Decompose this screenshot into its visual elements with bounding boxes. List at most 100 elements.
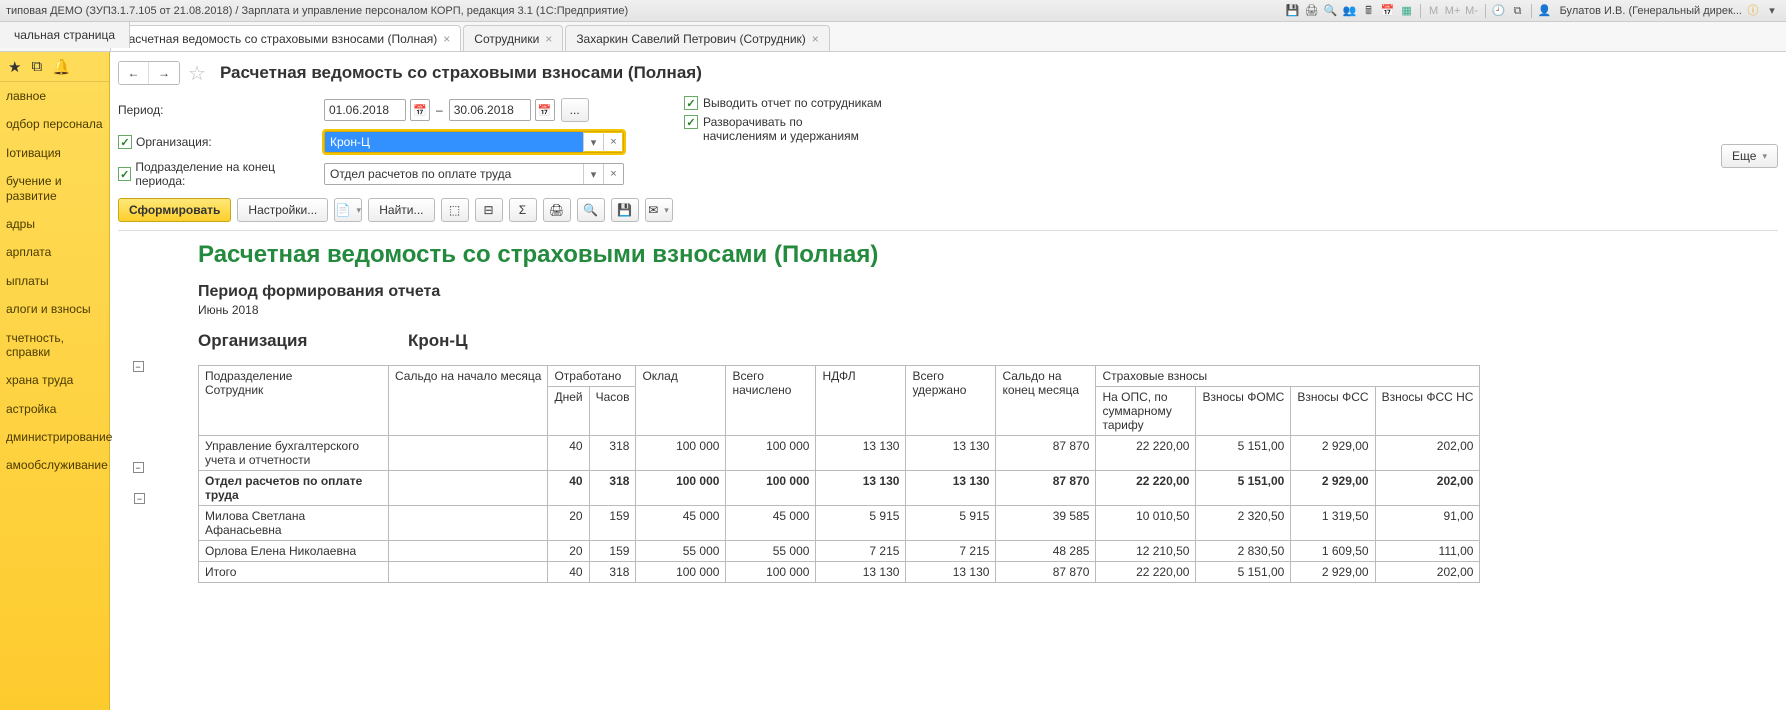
col-foms: Взносы ФОМС bbox=[1196, 387, 1291, 436]
close-icon[interactable]: × bbox=[443, 26, 450, 52]
date-from-value: 01.06.2018 bbox=[329, 103, 389, 117]
show-by-employee-label: Выводить отчет по сотрудникам bbox=[703, 96, 882, 110]
col-worked: Отработано bbox=[548, 366, 636, 387]
calc-icon[interactable]: 🖩 bbox=[1361, 3, 1377, 19]
settings-button[interactable]: Настройки... bbox=[237, 198, 328, 222]
tree-collapse-node[interactable]: − bbox=[133, 361, 144, 372]
more-button[interactable]: Еще ▾ bbox=[1721, 144, 1778, 168]
sidebar-item[interactable]: лавное bbox=[0, 82, 109, 110]
sidebar-item[interactable]: храна труда bbox=[0, 366, 109, 394]
table-row[interactable]: Управление бухгалтерского учета и отчетн… bbox=[199, 436, 1480, 471]
col-fss: Взносы ФСС bbox=[1291, 387, 1375, 436]
nav-back-button[interactable]: ← bbox=[119, 62, 149, 84]
period-picker-button[interactable]: ... bbox=[561, 98, 589, 122]
tab-report[interactable]: Расчетная ведомость со страховыми взноса… bbox=[110, 25, 461, 51]
calendar-from-button[interactable]: 📅 bbox=[410, 99, 430, 121]
tab-label: Сотрудники bbox=[474, 26, 539, 52]
dropdown-icon[interactable]: ▾ bbox=[583, 164, 603, 184]
org-value: Крон-Ц bbox=[325, 132, 583, 152]
close-icon[interactable]: × bbox=[545, 26, 552, 52]
subdiv-selector[interactable]: Отдел расчетов по оплате труда ▾ × bbox=[324, 163, 624, 185]
sidebar-item[interactable]: Іотивация bbox=[0, 139, 109, 167]
subdiv-label-text: Подразделение на конец периода: bbox=[135, 160, 318, 188]
calendar-to-button[interactable]: 📅 bbox=[535, 99, 555, 121]
print-button[interactable]: 🖨 bbox=[543, 198, 571, 222]
info-icon[interactable]: ⓘ bbox=[1745, 3, 1761, 19]
page-title: Расчетная ведомость со страховыми взноса… bbox=[220, 63, 702, 83]
col-subdivision: ПодразделениеСотрудник bbox=[199, 366, 389, 436]
content-area: ← → ☆ Расчетная ведомость со страховыми … bbox=[110, 52, 1786, 710]
clear-icon[interactable]: × bbox=[603, 132, 623, 152]
sidebar-item[interactable]: арплата bbox=[0, 238, 109, 266]
dropdown-icon[interactable]: ▾ bbox=[1764, 3, 1780, 19]
sidebar-item[interactable]: дминистрирование bbox=[0, 423, 109, 451]
collapse-all-button[interactable]: ⊟ bbox=[475, 198, 503, 222]
sidebar-item[interactable]: бучение и развитие bbox=[0, 167, 109, 210]
tab-start-label: чальная страница bbox=[14, 22, 115, 48]
expand-checkbox[interactable]: ✓ bbox=[684, 115, 698, 129]
tab-start-page[interactable]: чальная страница bbox=[0, 22, 130, 48]
dropdown-icon[interactable]: ▾ bbox=[583, 132, 603, 152]
table-row[interactable]: Орлова Елена Николаевна2015955 00055 000… bbox=[199, 541, 1480, 562]
clock-icon[interactable]: 🕘 bbox=[1491, 3, 1507, 19]
clear-icon[interactable]: × bbox=[603, 164, 623, 184]
date-to-input[interactable]: 30.06.2018 bbox=[449, 99, 531, 121]
sum-button[interactable]: Σ bbox=[509, 198, 537, 222]
period-dash: – bbox=[436, 103, 443, 117]
show-by-employee-checkbox[interactable]: ✓ bbox=[684, 96, 698, 110]
col-accrued: Всего начислено bbox=[726, 366, 816, 436]
save-report-button[interactable]: 💾 bbox=[611, 198, 639, 222]
expand-label: Разворачивать поначислениям и удержаниям bbox=[703, 115, 859, 143]
date-from-input[interactable]: 01.06.2018 bbox=[324, 99, 406, 121]
nav-forward-button[interactable]: → bbox=[149, 62, 179, 84]
favorite-star-icon[interactable]: ☆ bbox=[188, 61, 206, 86]
close-icon[interactable]: × bbox=[812, 26, 819, 52]
col-balance-end: Сальдо на конец месяца bbox=[996, 366, 1096, 436]
titlebar: типовая ДЕМО (ЗУП3.1.7.105 от 21.08.2018… bbox=[0, 0, 1786, 22]
report-title: Расчетная ведомость со страховыми взноса… bbox=[198, 241, 1778, 269]
save-icon[interactable]: 💾 bbox=[1285, 3, 1301, 19]
preview-button[interactable]: 🔍 bbox=[577, 198, 605, 222]
sidebar-item[interactable]: астройка bbox=[0, 395, 109, 423]
sidebar-item[interactable]: алоги и взносы bbox=[0, 295, 109, 323]
sidebar-item[interactable]: одбор персонала bbox=[0, 110, 109, 138]
sidebar-item[interactable]: амообслуживание bbox=[0, 451, 109, 479]
email-button[interactable]: ✉▾ bbox=[645, 198, 673, 222]
org-checkbox[interactable]: ✓ bbox=[118, 135, 132, 149]
m-plus-icon[interactable]: M+ bbox=[1445, 3, 1461, 19]
m-minus-icon[interactable]: M- bbox=[1464, 3, 1480, 19]
current-user[interactable]: Булатов И.В. (Генеральный дирек... bbox=[1560, 0, 1742, 22]
sidebar-item[interactable]: адры bbox=[0, 210, 109, 238]
org-label: ✓ Организация: bbox=[118, 135, 318, 149]
tab-employees[interactable]: Сотрудники × bbox=[463, 25, 563, 51]
table-row[interactable]: Отдел расчетов по оплате труда40318100 0… bbox=[199, 471, 1480, 506]
find-button[interactable]: Найти... bbox=[368, 198, 434, 222]
tab-employee-card[interactable]: Захаркин Савелий Петрович (Сотрудник) × bbox=[565, 25, 830, 51]
subdiv-value: Отдел расчетов по оплате труда bbox=[325, 164, 583, 184]
variants-button[interactable]: 📄▾ bbox=[334, 198, 362, 222]
table-row[interactable]: Милова Светлана Афанасьевна2015945 00045… bbox=[199, 506, 1480, 541]
compare-icon[interactable]: 👥 bbox=[1342, 3, 1358, 19]
subdiv-checkbox[interactable]: ✓ bbox=[118, 167, 131, 181]
sidebar-item[interactable]: тчетность, справки bbox=[0, 324, 109, 367]
report-period-value: Июнь 2018 bbox=[198, 303, 1778, 317]
generate-button[interactable]: Сформировать bbox=[118, 198, 231, 222]
bell-icon[interactable]: 🔔 bbox=[52, 58, 71, 76]
m-icon[interactable]: M bbox=[1426, 3, 1442, 19]
tree-collapse-node[interactable]: − bbox=[133, 462, 144, 473]
star-icon[interactable]: ★ bbox=[8, 58, 21, 76]
expand-all-button[interactable]: ⬚ bbox=[441, 198, 469, 222]
tree-collapse-node[interactable]: − bbox=[134, 493, 145, 504]
document-tabs: чальная страница Расчетная ведомость со … bbox=[0, 22, 1786, 52]
print-icon[interactable]: 🖨 bbox=[1304, 3, 1320, 19]
report-toolbar: Сформировать Настройки... 📄▾ Найти... ⬚ … bbox=[118, 198, 1778, 222]
copy-icon[interactable]: ⧉ bbox=[31, 58, 42, 75]
table-row[interactable]: Итого40318100 000100 00013 13013 13087 8… bbox=[199, 562, 1480, 583]
period-label: Период: bbox=[118, 103, 318, 117]
window-icon[interactable]: ⧉ bbox=[1510, 3, 1526, 19]
calendar-icon[interactable]: 📅 bbox=[1380, 3, 1396, 19]
org-selector[interactable]: Крон-Ц ▾ × bbox=[324, 131, 624, 153]
sidebar-item[interactable]: ыплаты bbox=[0, 267, 109, 295]
preview-icon[interactable]: 🔍 bbox=[1323, 3, 1339, 19]
grid-icon[interactable]: ▦ bbox=[1399, 3, 1415, 19]
